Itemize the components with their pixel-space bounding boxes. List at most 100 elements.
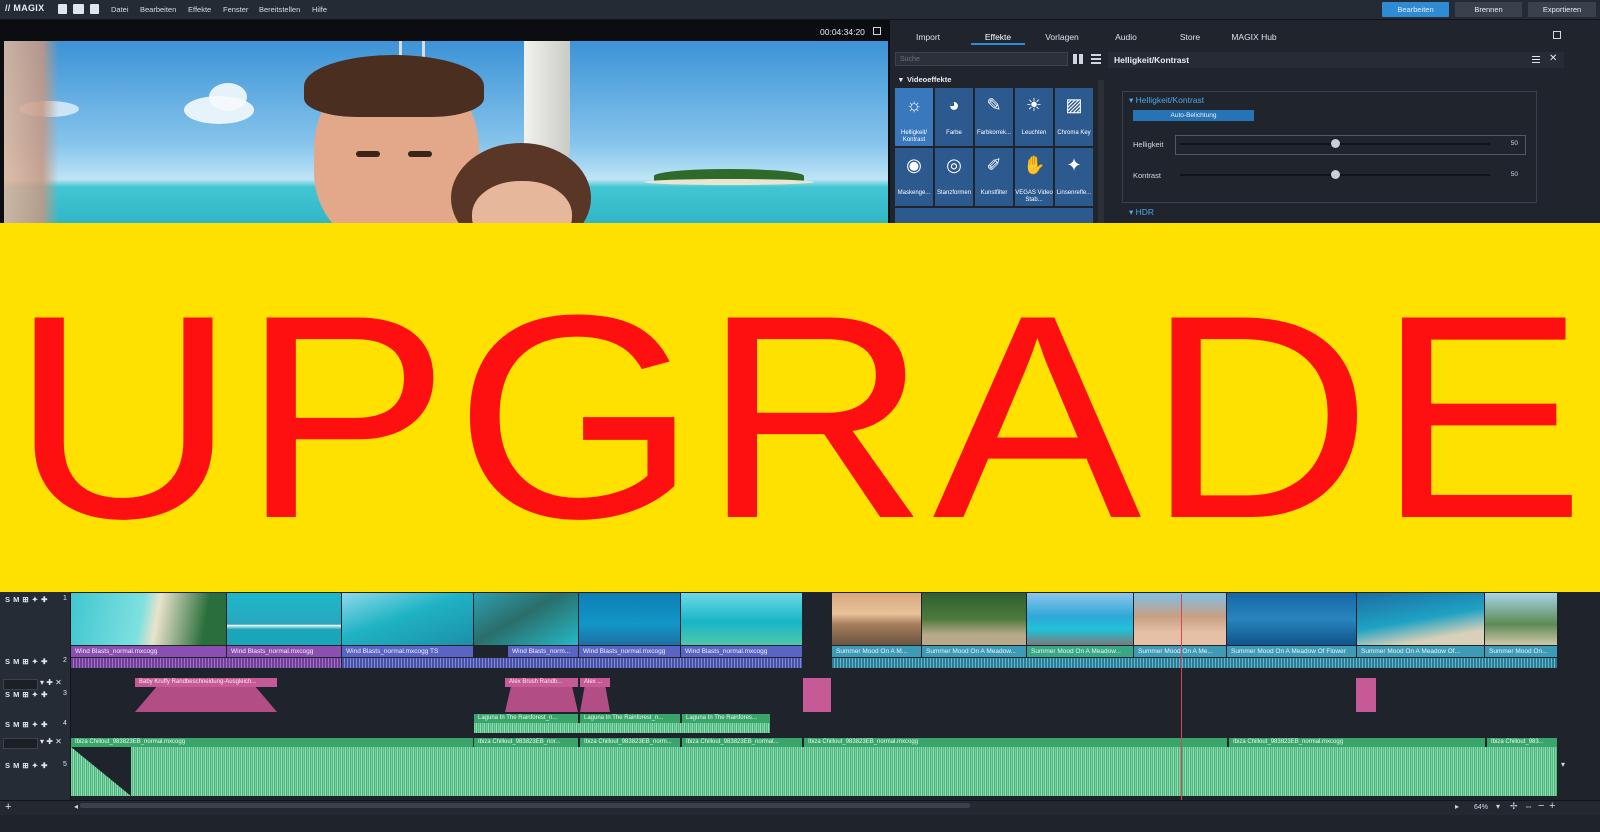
audio-clip[interactable]: Summer Mood On A Meadow...	[1027, 646, 1133, 657]
title-clip[interactable]: Alex Brush Randb...	[505, 678, 578, 687]
audio-clip[interactable]: Laguna In The Rainfores...	[682, 714, 770, 723]
audio-clip[interactable]: Summer Mood On A Meadow Of...	[1357, 646, 1484, 657]
effect-tile-shapes[interactable]: ◎ Stanzformen	[935, 148, 973, 206]
track-5-controls[interactable]: S M ⊞ ✦ ✚	[5, 761, 48, 770]
vertical-scroll-down-icon[interactable]: ▾	[1561, 760, 1565, 769]
audio-clip[interactable]: Ibiza Chillout_983...	[1487, 738, 1557, 747]
contrast-slider-thumb[interactable]	[1330, 170, 1340, 179]
fade-in-curve[interactable]	[71, 747, 131, 796]
fullscreen-icon[interactable]	[873, 27, 881, 35]
effect-tile-brightness[interactable]: ☼ Helligkeit/ Kontrast	[895, 88, 933, 146]
effect-tile-glow[interactable]: ☀ Leuchten	[1015, 88, 1053, 146]
video-clip-thumbnail[interactable]	[922, 593, 1026, 645]
video-clip-thumbnail[interactable]	[579, 593, 680, 645]
audio-clip[interactable]: Summer Mood On A Meadow Of Flower	[1227, 646, 1356, 657]
menu-icon[interactable]	[1532, 56, 1540, 63]
audio-clip[interactable]: Wind Blasts_normal.mxcogg TS	[342, 646, 473, 657]
menu-bearbeiten[interactable]: Bearbeiten	[140, 5, 176, 14]
audio-clip[interactable]: Summer Mood On A M...	[832, 646, 921, 657]
edit-mode-button[interactable]: Bearbeiten	[1382, 2, 1449, 17]
audio-clip[interactable]: Laguna In The Rainforest_n...	[474, 714, 578, 723]
contrast-value[interactable]: 50	[1492, 169, 1522, 181]
open-folder-icon[interactable]	[73, 4, 84, 14]
audio-clip[interactable]: Summer Mood On A Meadow...	[922, 646, 1026, 657]
video-clip-thumbnail[interactable]	[1485, 593, 1557, 645]
video-clip-thumbnail[interactable]	[832, 593, 921, 645]
effect-tile-chroma-key[interactable]: ▨ Chroma Key	[1055, 88, 1093, 146]
audio-clip[interactable]: Summer Mood On...	[1485, 646, 1557, 657]
timeline-scrollbar[interactable]	[80, 803, 970, 808]
video-clip-thumbnail[interactable]	[1134, 593, 1226, 645]
zoom-range-icon[interactable]: ⇔	[1524, 801, 1533, 811]
zoom-in-icon[interactable]: +	[1549, 800, 1555, 812]
effect-tile-color-correction[interactable]: ✎ Farbkorrek...	[975, 88, 1013, 146]
close-icon[interactable]: ✕	[1549, 53, 1557, 64]
title-clip[interactable]: Alex ...	[580, 678, 610, 687]
transition-clip[interactable]	[803, 678, 831, 712]
audio-clip[interactable]: Wind Blasts_normal.mxcogg	[71, 646, 226, 657]
audio-clip[interactable]: Wind Blasts_normal.mxcogg	[227, 646, 341, 657]
effects-scrollbar[interactable]	[1098, 80, 1104, 228]
effects-search-input[interactable]: Suche	[895, 52, 1068, 66]
track-5-volume[interactable]	[3, 738, 38, 749]
track-2-controls[interactable]: S M ⊞ ✦ ✚	[5, 657, 48, 666]
menu-datei[interactable]: Datei	[111, 5, 129, 14]
export-mode-button[interactable]: Exportieren	[1528, 2, 1596, 17]
grid-view-icon[interactable]	[1073, 54, 1083, 64]
video-clip-thumbnail[interactable]	[1357, 593, 1484, 645]
track-1-controls[interactable]: S M ⊞ ✦ ✚	[5, 595, 48, 604]
zoom-level[interactable]: 64%	[1474, 804, 1488, 811]
effect-tile-mask[interactable]: ◉ Maskenge...	[895, 148, 933, 206]
playhead[interactable]	[1181, 594, 1182, 800]
scroll-right-icon[interactable]: ▸	[1455, 802, 1459, 811]
effect-tile-stabilizer[interactable]: ✋ VEGAS Video Stab...	[1015, 148, 1053, 206]
panel-maximize-icon[interactable]	[1553, 31, 1561, 39]
video-clip-thumbnail[interactable]	[1227, 593, 1356, 645]
audio-clip[interactable]: Ibiza Chillout_983823EB_normal.mxcogg	[71, 738, 473, 747]
audio-clip[interactable]: Ibiza Chillout_983823EB_normal.mxcogg	[804, 738, 1227, 747]
tab-audio[interactable]: Audio	[1096, 32, 1156, 42]
video-clip-thumbnail[interactable]	[342, 593, 473, 645]
brightness-slider-thumb[interactable]	[1330, 139, 1340, 148]
tab-import[interactable]: Import	[898, 32, 958, 42]
tab-store[interactable]: Store	[1160, 32, 1220, 42]
audio-clip[interactable]: Wind Blasts_normal.mxcogg	[681, 646, 802, 657]
track-3-options[interactable]: ▾ ✚ ✕	[40, 678, 62, 687]
audio-clip[interactable]: Ibiza Chillout_983823EB_nor...	[474, 738, 578, 747]
audio-clip[interactable]: Wind Blasts_norm...	[508, 646, 578, 657]
new-file-icon[interactable]	[58, 4, 67, 14]
track-4-controls[interactable]: S M ⊞ ✦ ✚	[5, 720, 48, 729]
tab-magix-hub[interactable]: MAGIX Hub	[1224, 32, 1284, 42]
video-preview-frame[interactable]	[4, 41, 888, 228]
video-clip-thumbnail[interactable]	[71, 593, 226, 645]
audio-clip[interactable]: Laguna In The Rainforest_n...	[580, 714, 680, 723]
scroll-left-icon[interactable]: ◂	[74, 802, 78, 811]
menu-effekte[interactable]: Effekte	[188, 5, 211, 14]
auto-exposure-button[interactable]: Auto-Belichtung	[1133, 110, 1254, 121]
list-view-icon[interactable]	[1091, 54, 1101, 64]
audio-clip[interactable]: Ibiza Chillout_983823EB_norm...	[580, 738, 680, 747]
video-clip-thumbnail[interactable]	[227, 593, 341, 645]
zoom-out-icon[interactable]: −	[1538, 800, 1544, 812]
menu-fenster[interactable]: Fenster	[223, 5, 248, 14]
transition-clip[interactable]	[1356, 678, 1376, 712]
zoom-dropdown-icon[interactable]: ▾	[1496, 802, 1500, 811]
video-clip-thumbnail[interactable]	[681, 593, 802, 645]
video-clip-thumbnail[interactable]	[474, 593, 578, 645]
track-3-volume[interactable]	[3, 679, 38, 690]
add-track-icon[interactable]: +	[5, 801, 11, 813]
audio-clip[interactable]: Ibiza Chillout_983823EB_normal.mxcogg	[1229, 738, 1485, 747]
video-clip-thumbnail[interactable]	[1027, 593, 1133, 645]
menu-hilfe[interactable]: Hilfe	[312, 5, 327, 14]
effect-tile-lens-flare[interactable]: ✦ Linsenrefle...	[1055, 148, 1093, 206]
tab-vorlagen[interactable]: Vorlagen	[1032, 32, 1092, 42]
audio-clip[interactable]: Wind Blasts_normal.mxcogg	[579, 646, 680, 657]
effect-tile-color[interactable]: ◕ Farbe	[935, 88, 973, 146]
effect-tile-art-filter[interactable]: ✐ Kunstfilter	[975, 148, 1013, 206]
brightness-group-header[interactable]: ▾ Helligkeit/Kontrast	[1129, 95, 1204, 106]
burn-mode-button[interactable]: Brennen	[1455, 2, 1522, 17]
audio-clip[interactable]: Ibiza Chillout_983823EB_normat...	[682, 738, 802, 747]
tab-effekte[interactable]: Effekte	[968, 32, 1028, 42]
title-clip[interactable]: Baby Kruffy Randbeschneidung-Ausgleich..…	[135, 678, 277, 687]
audio-clip[interactable]: Summer Mood On A Me...	[1134, 646, 1226, 657]
